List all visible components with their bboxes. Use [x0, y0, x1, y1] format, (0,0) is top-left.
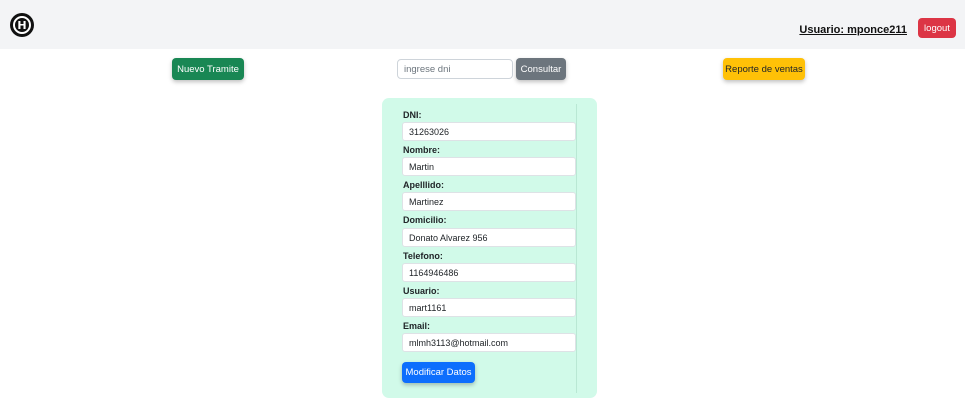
email-field[interactable]: [402, 333, 576, 352]
reporte-ventas-button[interactable]: Reporte de ventas: [723, 58, 805, 80]
dni-search-input[interactable]: [397, 59, 513, 79]
email-label: Email:: [403, 321, 431, 331]
nombre-label: Nombre:: [403, 145, 441, 155]
logo-icon[interactable]: H: [10, 13, 34, 37]
usuario-label: Usuario:: [403, 286, 440, 296]
user-data-card: [382, 98, 597, 398]
domicilio-field[interactable]: [402, 228, 576, 247]
logout-button[interactable]: logout: [918, 18, 956, 38]
usuario-field[interactable]: [402, 298, 576, 317]
user-profile-link[interactable]: Usuario: mponce211: [799, 24, 907, 36]
apellido-field[interactable]: [402, 192, 576, 211]
telefono-field[interactable]: [402, 263, 576, 282]
modificar-datos-button[interactable]: Modificar Datos: [402, 362, 475, 383]
logo-letter: H: [13, 16, 31, 34]
dni-label: DNI:: [403, 110, 422, 120]
domicilio-label: Domicilio:: [403, 215, 447, 225]
telefono-label: Telefono:: [403, 251, 443, 261]
nuevo-tramite-button[interactable]: Nuevo Tramite: [172, 58, 244, 80]
navbar: H Usuario: mponce211 logout: [0, 0, 965, 49]
apellido-label: Apelllido:: [403, 180, 444, 190]
card-divider: [576, 104, 577, 393]
dni-field[interactable]: [402, 122, 576, 141]
nombre-field[interactable]: [402, 157, 576, 176]
consultar-button[interactable]: Consultar: [516, 58, 566, 80]
